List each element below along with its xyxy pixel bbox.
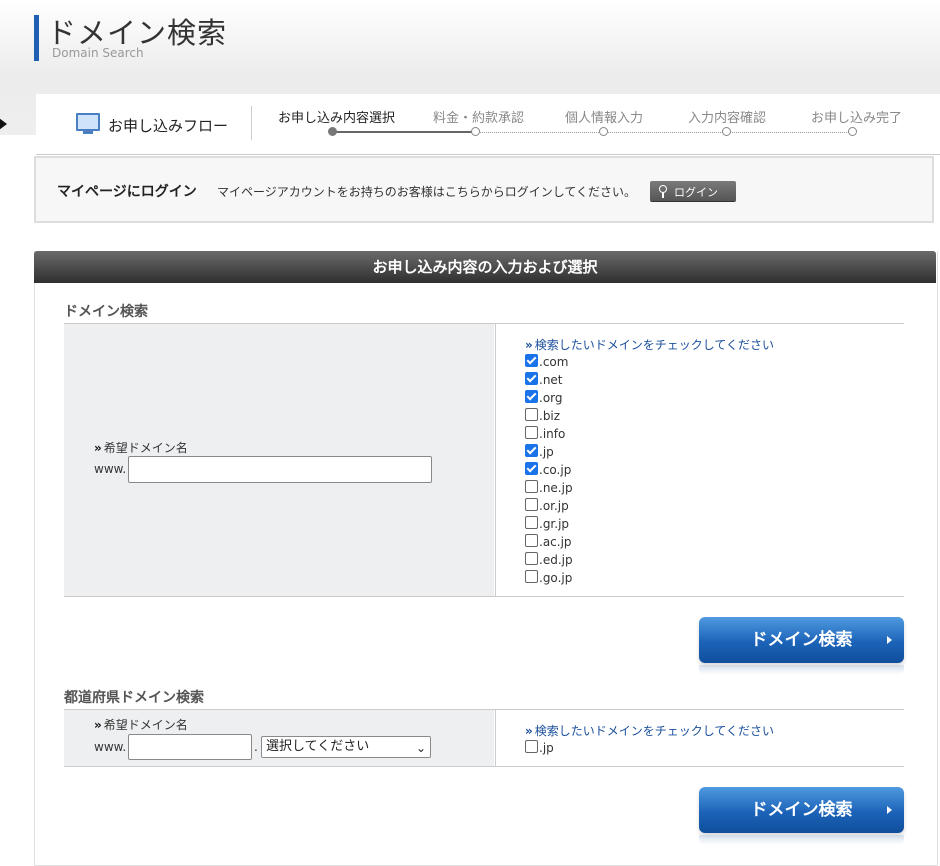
checkbox[interactable] [525,552,538,565]
pref-search-title: 都道府県ドメイン検索 [64,690,204,706]
flow-divider [251,106,252,140]
tld-checkbox-ac-jp[interactable]: .ac.jp [525,534,572,550]
panel-header: お申し込み内容の入力および選択 [34,251,936,283]
checkbox[interactable] [525,534,538,547]
flow-label: お申し込みフロー [108,117,229,135]
key-icon [659,185,667,198]
domain-search-button[interactable]: ドメイン検索 [699,617,904,663]
play-arrow-icon [887,636,892,644]
checkbox[interactable] [525,408,538,421]
flow-step-5: お申し込み完了 [811,111,903,126]
flow-progress-line [333,131,475,133]
button-reflection [699,835,904,845]
pref-table-bottom [64,766,904,767]
flow-step-4: 入力内容確認 [688,111,767,126]
flow-step-3: 個人情報入力 [565,111,644,126]
pref-domain-name-input[interactable] [128,734,252,760]
www-prefix: www. [94,462,127,476]
flow-dot-4 [722,127,731,136]
tld-checkbox-go-jp[interactable]: .go.jp [525,570,572,586]
tld-checkbox-com[interactable]: .com [525,354,568,370]
double-chevron-icon: » [94,441,102,455]
login-description: マイページアカウントをお持ちのお客様はこちらからログインしてください。 [217,185,637,199]
pref-search-button-label: ドメイン検索 [750,800,853,820]
login-button[interactable]: ログイン [650,181,736,201]
monitor-icon [76,113,100,134]
checkbox[interactable] [525,570,538,583]
domain-table-bottom [64,596,904,597]
checkbox[interactable] [525,444,538,457]
flow-dot-5 [848,127,857,136]
pref-tld-check-hint: » 検索したいドメインをチェックしてください [525,724,775,738]
button-reflection [699,665,904,675]
checkbox[interactable] [525,516,538,529]
checkbox[interactable] [525,480,538,493]
tld-checkbox-or-jp[interactable]: .or.jp [525,498,569,514]
checkbox[interactable] [525,498,538,511]
prefecture-select[interactable]: 選択してください ⌄ [261,736,431,758]
flow-step-1: お申し込み内容選択 [278,111,396,126]
pref-tld-checkbox-jp[interactable]: .jp [525,740,554,756]
domain-search-title: ドメイン検索 [64,304,148,320]
title-accent-bar [34,15,39,61]
tld-checkbox-org[interactable]: .org [525,390,563,406]
tld-checkbox-biz[interactable]: .biz [525,408,560,424]
pref-www-prefix: www. [94,740,127,754]
tld-checkbox-info[interactable]: .info [525,426,565,442]
flow-step-2: 料金・約款承認 [433,111,525,126]
desired-domain-label: » 希望ドメイン名 [94,441,188,455]
double-chevron-icon: » [525,338,533,352]
play-arrow-icon [887,806,892,814]
prefecture-select-value: 選択してください [266,739,370,754]
tld-checkbox-gr-jp[interactable]: .gr.jp [525,516,569,532]
pref-search-button[interactable]: ドメイン検索 [699,787,904,833]
page-subtitle: Domain Search [52,46,144,60]
chevron-down-icon: ⌄ [415,741,426,755]
double-chevron-icon: » [525,724,533,738]
dot-separator: . [254,740,258,754]
flow-dot-2 [471,127,480,136]
flow-dot-1 [328,127,337,136]
checkbox[interactable] [525,740,538,753]
flow-arrow-icon [0,118,7,130]
tld-checkbox-ed-jp[interactable]: .ed.jp [525,552,573,568]
checkbox[interactable] [525,462,538,475]
tld-checkbox-jp[interactable]: .jp [525,444,554,460]
double-chevron-icon: » [94,718,102,732]
pref-desired-domain-label: » 希望ドメイン名 [94,718,188,732]
login-title: マイページにログイン [57,184,197,200]
tld-check-hint: » 検索したいドメインをチェックしてください [525,338,775,352]
flow-remaining-line [475,132,853,133]
tld-checkbox-ne-jp[interactable]: .ne.jp [525,480,573,496]
tld-checkbox-net[interactable]: .net [525,372,563,388]
checkbox[interactable] [525,372,538,385]
flow-dot-3 [599,127,608,136]
checkbox[interactable] [525,390,538,403]
checkbox[interactable] [525,354,538,367]
checkbox[interactable] [525,426,538,439]
tld-checkbox-co-jp[interactable]: .co.jp [525,462,571,478]
domain-name-input[interactable] [128,456,432,483]
domain-search-button-label: ドメイン検索 [750,630,853,650]
login-button-label: ログイン [674,186,718,199]
